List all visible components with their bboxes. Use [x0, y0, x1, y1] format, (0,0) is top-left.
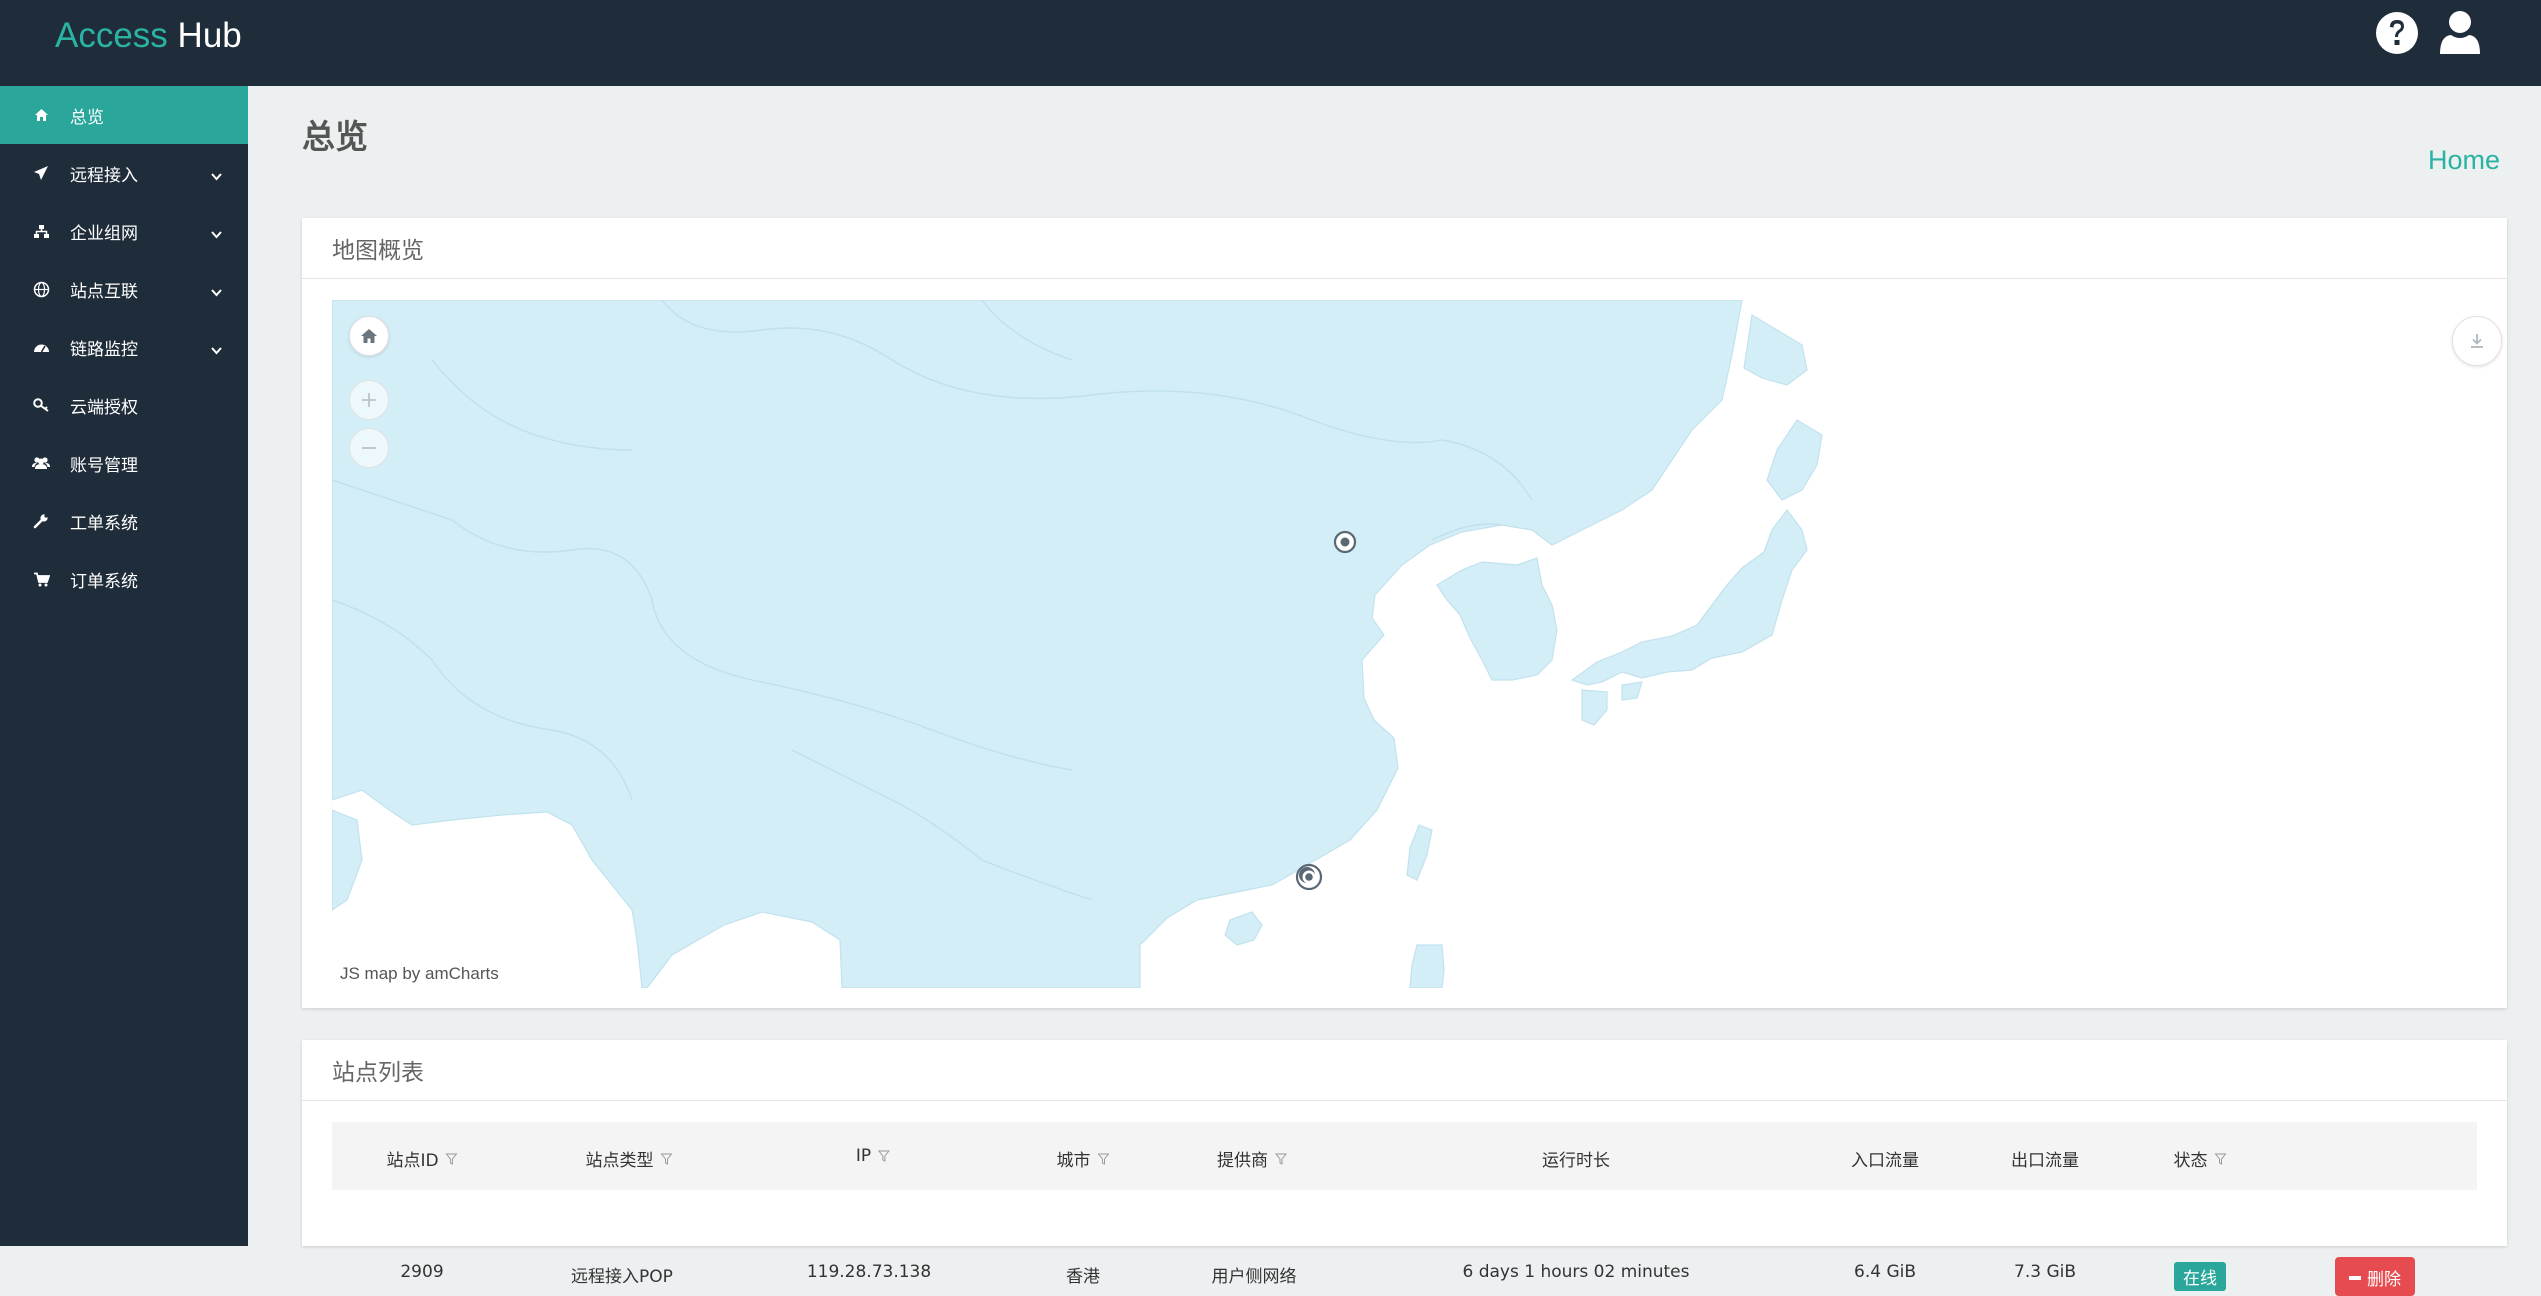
delete-button-label: 删除 — [2367, 1270, 2401, 1290]
brand-part-1: Access — [55, 16, 168, 55]
wrench-icon — [32, 512, 50, 530]
chevron-down-icon — [211, 282, 222, 302]
chevron-down-icon — [211, 340, 222, 360]
key-icon — [32, 396, 50, 414]
cell-provider: 用户侧网络 — [1211, 1267, 1297, 1287]
map-zoom-out-button[interactable] — [349, 428, 389, 468]
column-header-status[interactable]: 状态 — [2174, 1146, 2227, 1171]
sitemap-icon — [32, 222, 50, 240]
sidebar-item-label: 云端授权 — [70, 397, 138, 418]
question-circle-icon[interactable] — [2374, 10, 2420, 60]
sidebar-item-site-interconnect[interactable]: 站点互联 — [0, 260, 248, 318]
chevron-down-icon — [211, 166, 222, 186]
sites-table-header: 站点ID 站点类型 IP 城市 提供商 运行时长 入口流量 出口流量 状态 — [332, 1122, 2477, 1190]
globe-icon — [32, 280, 50, 298]
cell-uptime: 6 days 1 hours 02 minutes — [1462, 1262, 1690, 1282]
column-label: 状态 — [2173, 1151, 2208, 1171]
table-row[interactable]: 2909 远程接入POP 119.28.73.138 香港 用户侧网络 6 da… — [332, 1255, 2477, 1296]
cell-city: 香港 — [1066, 1267, 1100, 1287]
column-header-provider[interactable]: 提供商 — [1217, 1146, 1287, 1171]
home-icon — [32, 106, 50, 124]
column-label: 出口流量 — [2011, 1151, 2079, 1171]
sidebar-item-label: 订单系统 — [70, 571, 138, 592]
sidebar-item-accounts[interactable]: 账号管理 — [0, 434, 248, 492]
column-header-city[interactable]: 城市 — [1057, 1146, 1110, 1171]
column-label: 入口流量 — [1851, 1151, 1919, 1171]
site-marker-beijing[interactable] — [1332, 529, 1358, 555]
sidebar-item-ticket-system[interactable]: 工单系统 — [0, 492, 248, 550]
map-home-button[interactable] — [349, 316, 389, 356]
sidebar-item-remote-access[interactable]: 远程接入 — [0, 144, 248, 202]
column-header-site-id[interactable]: 站点ID — [386, 1146, 458, 1171]
download-icon — [2471, 334, 2483, 348]
map-panel: 地图概览 JS map by amCharts — [302, 218, 2507, 1008]
sidebar-item-enterprise-network[interactable]: 企业组网 — [0, 202, 248, 260]
cell-ip: 119.28.73.138 — [806, 1262, 932, 1282]
cell-inbound: 6.4 GiB — [1854, 1262, 1916, 1282]
column-header-uptime: 运行时长 — [1542, 1146, 1610, 1171]
map-credit[interactable]: JS map by amCharts — [340, 964, 499, 984]
breadcrumb-home[interactable]: Home — [2428, 145, 2500, 176]
top-header: Access Hub — [0, 0, 2541, 86]
map-zoom-in-button[interactable] — [349, 380, 389, 420]
filter-icon[interactable] — [1097, 1153, 1110, 1165]
map-panel-title: 地图概览 — [302, 218, 2507, 279]
sidebar-item-label: 总览 — [70, 107, 104, 128]
cell-outbound: 7.3 GiB — [2014, 1262, 2076, 1282]
map-export-button[interactable] — [2452, 316, 2502, 366]
sites-panel-title: 站点列表 — [302, 1040, 2507, 1101]
status-badge-label: 在线 — [2174, 1262, 2226, 1291]
sidebar-item-link-monitor[interactable]: 链路监控 — [0, 318, 248, 376]
column-label: 站点ID — [386, 1151, 439, 1171]
status-badge: 在线 — [2174, 1262, 2226, 1291]
page-title: 总览 — [302, 117, 368, 156]
column-label: 提供商 — [1217, 1151, 1268, 1171]
sidebar-item-order-system[interactable]: 订单系统 — [0, 550, 248, 608]
minus-icon — [362, 447, 376, 449]
map-view[interactable]: JS map by amCharts — [332, 300, 2507, 988]
column-label: IP — [855, 1146, 872, 1166]
map-land — [332, 300, 1823, 988]
sidebar-item-label: 链路监控 — [70, 339, 138, 360]
user-icon[interactable] — [2438, 10, 2482, 60]
plane-icon — [32, 164, 50, 182]
delete-button[interactable]: 删除 — [2335, 1257, 2415, 1296]
dashboard-icon — [32, 338, 50, 356]
delete-cell: 删除 — [2335, 1257, 2415, 1296]
sidebar-item-label: 企业组网 — [70, 223, 138, 244]
brand-logo[interactable]: Access Hub — [55, 14, 242, 58]
sidebar: 总览 远程接入 企业组网 站点互联 链路监控 云端授权 账号管理 工单系统 订单… — [0, 86, 248, 1246]
sidebar-item-label: 工单系统 — [70, 513, 138, 534]
users-icon — [32, 454, 50, 472]
cell-site-id: 2909 — [400, 1262, 444, 1282]
sidebar-item-overview[interactable]: 总览 — [0, 86, 248, 144]
filter-icon[interactable] — [878, 1150, 891, 1162]
cell-site-type: 远程接入POP — [571, 1267, 673, 1287]
filter-icon[interactable] — [1275, 1153, 1287, 1165]
filter-icon[interactable] — [445, 1153, 458, 1165]
minus-icon — [2349, 1275, 2361, 1280]
column-label: 城市 — [1056, 1151, 1091, 1171]
brand-part-2: Hub — [177, 16, 242, 55]
column-header-ip[interactable]: IP — [855, 1146, 891, 1166]
sidebar-item-label: 账号管理 — [70, 455, 138, 476]
filter-icon[interactable] — [660, 1153, 673, 1165]
column-header-inbound: 入口流量 — [1851, 1146, 1919, 1171]
column-header-outbound: 出口流量 — [2011, 1146, 2079, 1171]
column-label: 运行时长 — [1542, 1151, 1610, 1171]
chevron-down-icon — [211, 224, 222, 244]
cart-icon — [32, 570, 50, 588]
filter-icon[interactable] — [2214, 1153, 2227, 1165]
column-header-site-type[interactable]: 站点类型 — [586, 1146, 673, 1171]
column-label: 站点类型 — [585, 1151, 654, 1171]
sidebar-item-label: 站点互联 — [70, 281, 138, 302]
plus-icon — [362, 393, 376, 407]
home-icon — [361, 329, 377, 343]
sidebar-item-cloud-license[interactable]: 云端授权 — [0, 376, 248, 434]
sidebar-item-label: 远程接入 — [70, 165, 138, 186]
site-marker-hongkong[interactable] — [1293, 861, 1325, 893]
sites-panel: 站点列表 站点ID 站点类型 IP 城市 提供商 运行时长 入口流量 出口流量 … — [302, 1040, 2507, 1296]
